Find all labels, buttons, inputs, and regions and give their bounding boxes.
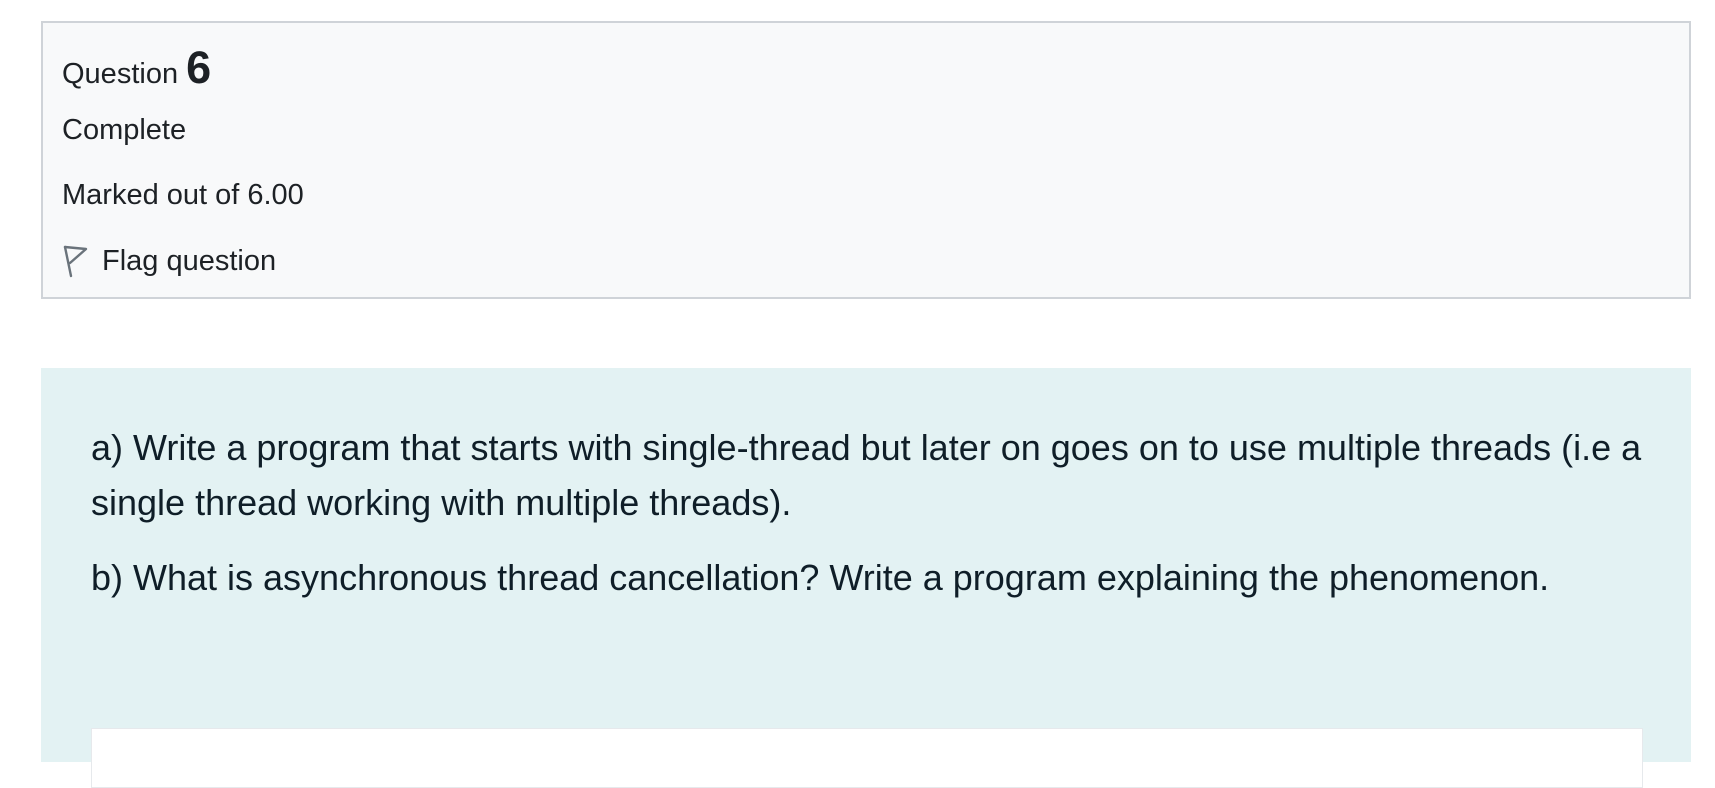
question-info-panel: Question 6 Complete Marked out of 6.00 F…: [41, 21, 1691, 299]
question-state: Complete: [62, 114, 187, 146]
flag-question-button[interactable]: Flag question: [62, 241, 276, 281]
question-formulation: a) Write a program that starts with sing…: [41, 368, 1691, 788]
question-label: Question: [62, 58, 179, 90]
flag-outline-icon: [62, 244, 88, 278]
question-part-a: a) Write a program that starts with sing…: [91, 427, 1642, 523]
question-text: a) Write a program that starts with sing…: [91, 420, 1651, 625]
question-number: 6: [186, 42, 212, 93]
question-number-heading: Question 6: [62, 41, 211, 95]
question-part-b: b) What is asynchronous thread cancellat…: [91, 557, 1550, 598]
question-grade: Marked out of 6.00: [62, 179, 304, 211]
answer-editor[interactable]: [91, 728, 1643, 788]
flag-question-label: Flag question: [102, 244, 277, 277]
